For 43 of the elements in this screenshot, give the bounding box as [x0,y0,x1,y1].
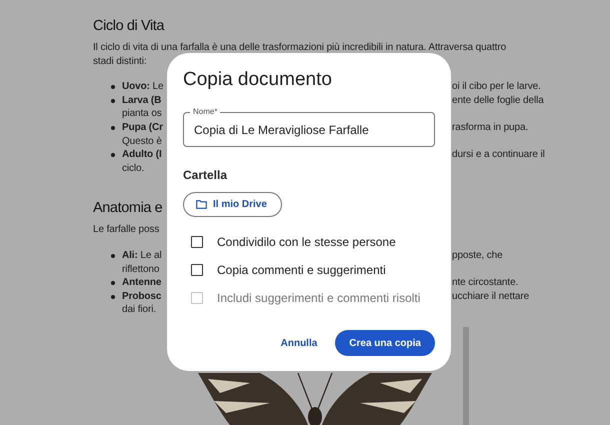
text-line: nte circostante. [452,276,518,290]
text-line: pianta os [122,107,162,121]
field-label: Nome* [190,107,220,117]
section-heading: Ciclo di Vita [93,17,164,36]
checkbox[interactable] [191,236,203,248]
checkbox-label: Includi suggerimenti e commenti risolti [217,291,420,305]
text-line: Larva (B [122,94,162,108]
text-line: Pupa (Cr [122,120,163,135]
text-line: dursi e a continuare il [452,148,545,162]
checkbox-label: Condividilo con le stesse persone [217,235,396,249]
folder-button[interactable]: Il mio Drive [183,192,282,217]
text-line: riflettono [122,262,160,276]
bullet-dot [111,85,115,90]
folder-icon [196,200,207,209]
cancel-button[interactable]: Annulla [276,330,322,356]
bullet-dot [111,126,115,130]
text-line: Adulto (I [122,148,162,162]
bullet-dot [111,254,115,258]
text-line: Probosc [122,290,162,304]
text-line: Uovo: Le [122,80,164,94]
text-line: Ali: Le al [122,248,162,263]
text-line: Antenne [122,276,162,290]
bullet-dot [111,281,115,286]
folder-label: Cartella [183,167,228,183]
bullet-dot [111,294,115,299]
text-line: oi il cibo per le larve. [452,80,541,94]
text-line: dai fiori. [122,303,156,317]
text-line: stadi distinti: [93,54,147,68]
checkbox[interactable] [191,264,203,276]
dialog-title: Copia documento [183,68,333,92]
text-line: ente delle foglie della [452,94,544,108]
text-line: ucchiare il nettare [452,290,530,304]
checkbox-label: Copia commenti e suggerimenti [217,263,386,277]
create-copy-button[interactable]: Crea una copia [335,330,435,356]
text-line: rasforma in pupa. [452,120,528,135]
text-line: Il ciclo di vita di una farfalla è una delle trasformazioni più incredibili in natura. Attraversa quattro [93,41,506,55]
text-line: Le farfalle poss [93,223,160,237]
section-heading: Anatomia e [93,199,162,218]
bullet-dot [111,153,115,158]
text-line: Questo è [122,134,162,148]
bullet-dot [111,98,115,103]
text-line: ciclo. [122,162,144,176]
text-line: pposte, che [452,248,503,263]
